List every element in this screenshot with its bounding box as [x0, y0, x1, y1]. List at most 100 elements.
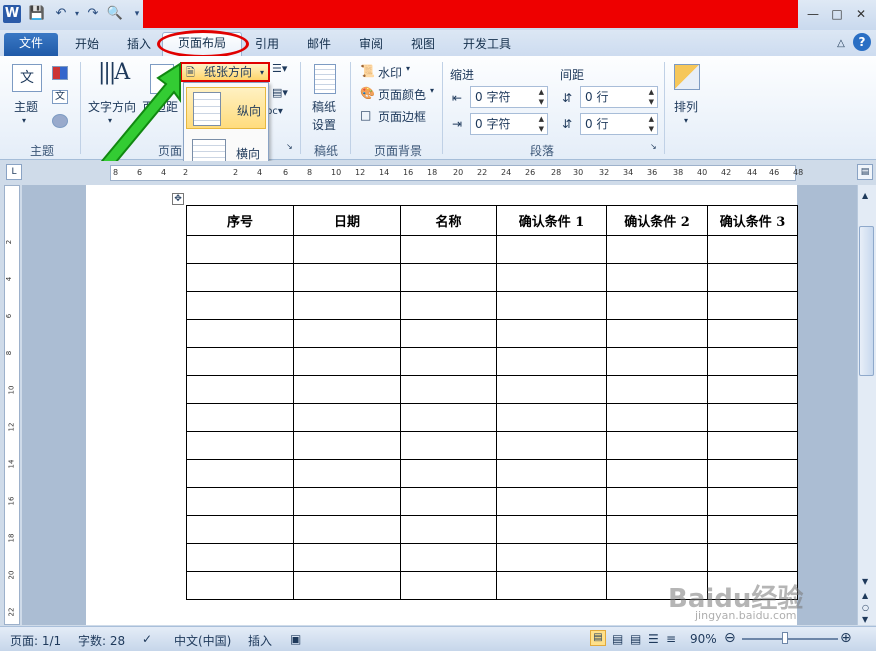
- table-cell[interactable]: [707, 263, 798, 292]
- table-cell[interactable]: [606, 263, 708, 292]
- table-cell[interactable]: [293, 291, 401, 320]
- previous-page-icon[interactable]: ▲: [862, 591, 868, 600]
- table-cell[interactable]: [293, 319, 401, 348]
- table-cell[interactable]: [606, 487, 708, 516]
- theme-colors-icon[interactable]: [52, 66, 68, 80]
- manuscript-icon[interactable]: [314, 64, 336, 94]
- table-cell[interactable]: [400, 487, 497, 516]
- table-cell[interactable]: [186, 543, 294, 572]
- table-cell[interactable]: [496, 515, 607, 544]
- table-cell[interactable]: [400, 263, 497, 292]
- restore-icon[interactable]: □: [827, 5, 847, 23]
- table-cell[interactable]: [186, 403, 294, 432]
- table-cell[interactable]: [400, 515, 497, 544]
- table-header-cell[interactable]: 确认条件 2: [606, 205, 708, 236]
- table-cell[interactable]: [186, 571, 294, 600]
- draft-icon[interactable]: ≡: [666, 632, 676, 646]
- arrange-icon[interactable]: [674, 64, 700, 90]
- proofing-icon[interactable]: ✓: [142, 632, 152, 646]
- table-cell[interactable]: [293, 487, 401, 516]
- word-logo-icon[interactable]: W: [3, 5, 21, 23]
- table-cell[interactable]: [606, 347, 708, 376]
- table-cell[interactable]: [293, 403, 401, 432]
- tab-insert[interactable]: 插入: [116, 34, 162, 56]
- manuscript-button-line2[interactable]: 设置: [312, 116, 336, 133]
- browse-object-icon[interactable]: ○: [862, 603, 869, 612]
- zoom-slider[interactable]: [742, 638, 838, 640]
- columns-icon[interactable]: ☰▾: [272, 62, 287, 75]
- table-cell[interactable]: [496, 291, 607, 320]
- zoom-in-icon[interactable]: ⊕: [840, 630, 852, 646]
- themes-icon[interactable]: 文: [12, 64, 42, 92]
- page-color-button[interactable]: 页面颜色: [378, 86, 426, 103]
- table-cell[interactable]: [496, 347, 607, 376]
- themes-dropdown-icon[interactable]: ▾: [22, 116, 26, 125]
- outline-icon[interactable]: ☰: [648, 632, 659, 646]
- table-cell[interactable]: [400, 459, 497, 488]
- view-ruler-icon[interactable]: ▤: [857, 164, 873, 180]
- table-cell[interactable]: [293, 347, 401, 376]
- table-cell[interactable]: [400, 375, 497, 404]
- theme-effects-icon[interactable]: [52, 114, 68, 128]
- menu-item-portrait[interactable]: 纵向: [186, 87, 266, 129]
- full-screen-reading-icon[interactable]: ▤: [612, 632, 623, 646]
- tab-home[interactable]: 开始: [64, 34, 110, 56]
- table-cell[interactable]: [496, 543, 607, 572]
- tab-review[interactable]: 审阅: [348, 34, 394, 56]
- status-word-count[interactable]: 字数: 28: [78, 632, 125, 649]
- orientation-button[interactable]: 🗎 纸张方向 ▾: [180, 62, 270, 82]
- table-cell[interactable]: [293, 571, 401, 600]
- close-icon[interactable]: ✕: [851, 5, 871, 23]
- page-setup-launcher-icon[interactable]: ↘: [286, 142, 293, 151]
- table-cell[interactable]: [400, 319, 497, 348]
- table-cell[interactable]: [496, 263, 607, 292]
- table-cell[interactable]: [186, 319, 294, 348]
- indent-right-input[interactable]: 0 字符 ▲ ▼: [470, 113, 548, 135]
- spin-arrows-icon[interactable]: ▲ ▼: [649, 114, 654, 134]
- table-cell[interactable]: [606, 235, 708, 264]
- table-cell[interactable]: [400, 403, 497, 432]
- paragraph-launcher-icon[interactable]: ↘: [650, 142, 657, 151]
- table-header-cell[interactable]: 序号: [186, 205, 294, 236]
- table-cell[interactable]: [496, 571, 607, 600]
- table-cell[interactable]: [606, 375, 708, 404]
- watermark-dropdown-icon[interactable]: ▾: [406, 64, 410, 73]
- status-insert-mode[interactable]: 插入: [248, 632, 272, 649]
- status-language[interactable]: 中文(中国): [174, 632, 231, 649]
- table-cell[interactable]: [293, 235, 401, 264]
- table-cell[interactable]: [400, 543, 497, 572]
- table-header-cell[interactable]: 确认条件 1: [496, 205, 607, 236]
- table-cell[interactable]: [606, 291, 708, 320]
- print-layout-icon[interactable]: ▤: [590, 630, 606, 646]
- table-cell[interactable]: [606, 431, 708, 460]
- page-color-icon[interactable]: 🎨: [360, 86, 375, 100]
- table-cell[interactable]: [186, 431, 294, 460]
- indent-left-input[interactable]: 0 字符 ▲ ▼: [470, 86, 548, 108]
- table-cell[interactable]: [293, 375, 401, 404]
- tab-developer[interactable]: 开发工具: [452, 34, 522, 56]
- tab-references[interactable]: 引用: [244, 34, 290, 56]
- table-cell[interactable]: [707, 319, 798, 348]
- status-zoom-level[interactable]: 90%: [690, 632, 717, 646]
- tab-mailings[interactable]: 邮件: [296, 34, 342, 56]
- table-cell[interactable]: [400, 235, 497, 264]
- spin-arrows-icon[interactable]: ▲ ▼: [539, 87, 544, 107]
- table-cell[interactable]: [707, 515, 798, 544]
- table-cell[interactable]: [496, 459, 607, 488]
- table-cell[interactable]: [707, 459, 798, 488]
- table-cell[interactable]: [496, 403, 607, 432]
- print-preview-icon[interactable]: 🔍: [106, 5, 124, 23]
- zoom-slider-thumb[interactable]: [781, 632, 788, 644]
- table-cell[interactable]: [186, 459, 294, 488]
- table-cell[interactable]: [496, 319, 607, 348]
- scrollbar-thumb[interactable]: [859, 226, 874, 376]
- tab-selector-icon[interactable]: L: [6, 164, 22, 180]
- manuscript-button[interactable]: 稿纸: [312, 98, 336, 115]
- save-icon[interactable]: 💾: [28, 5, 46, 23]
- table-cell[interactable]: [606, 543, 708, 572]
- table-cell[interactable]: [707, 375, 798, 404]
- table-cell[interactable]: [293, 459, 401, 488]
- table-cell[interactable]: [707, 543, 798, 572]
- scroll-up-icon[interactable]: ▲: [862, 191, 868, 200]
- macro-record-icon[interactable]: ▣: [290, 632, 301, 646]
